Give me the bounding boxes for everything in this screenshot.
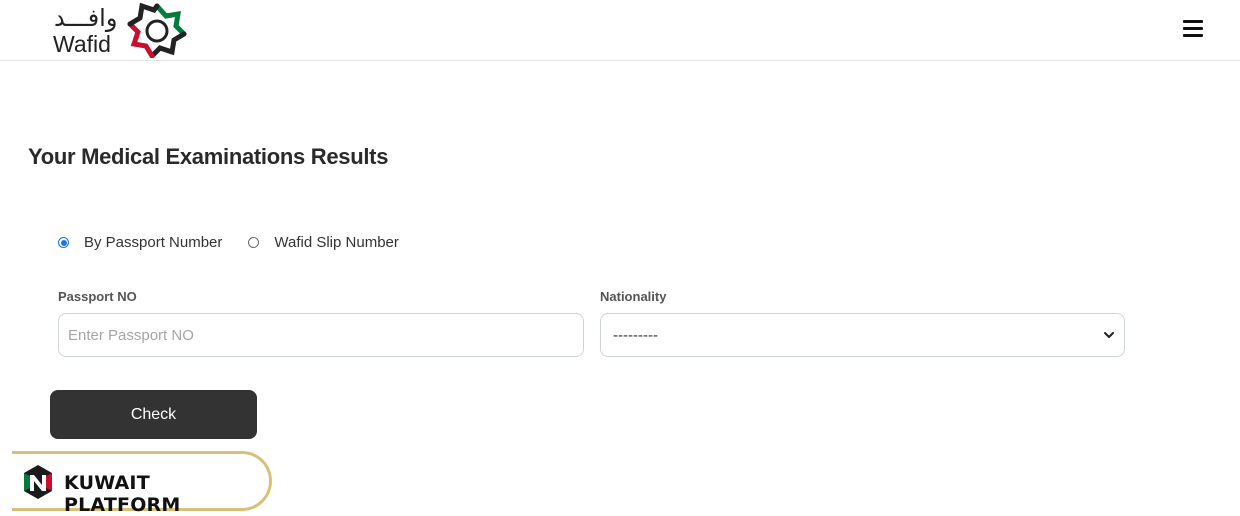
radio-button-unchecked[interactable] (248, 237, 260, 248)
nationality-select[interactable]: --------- (600, 313, 1125, 357)
nationality-selected-value: --------- (613, 326, 658, 344)
check-button[interactable]: Check (50, 390, 257, 439)
page-title: Your Medical Examinations Results (28, 144, 389, 169)
radio-button-checked[interactable] (58, 237, 69, 248)
passport-input[interactable] (58, 313, 584, 357)
kuwait-platform-logo-icon (24, 465, 52, 499)
wafid-logo[interactable]: وافـــد Wafid (52, 2, 192, 58)
hamburger-menu-button[interactable] (1183, 18, 1205, 38)
watermark-text: KUWAIT PLATFORM (64, 472, 181, 516)
search-type-radio-group: By Passport Number Wafid Slip Number (58, 234, 425, 251)
logo-arabic-text: وافـــد (54, 4, 118, 32)
wafid-emblem-icon (127, 2, 187, 58)
radio-label-slip: Wafid Slip Number (274, 234, 399, 251)
nationality-label: Nationality (600, 289, 667, 304)
radio-wafid-slip-number[interactable]: Wafid Slip Number (248, 234, 399, 251)
radio-passport-number[interactable]: By Passport Number (58, 234, 222, 251)
top-header: وافـــد Wafid (0, 0, 1240, 61)
logo-latin-text: Wafid (53, 31, 111, 57)
kuwait-platform-watermark: KUWAIT PLATFORM (12, 451, 272, 516)
chevron-down-icon (1104, 332, 1114, 338)
radio-label-passport: By Passport Number (84, 234, 223, 251)
passport-label: Passport NO (58, 289, 137, 304)
